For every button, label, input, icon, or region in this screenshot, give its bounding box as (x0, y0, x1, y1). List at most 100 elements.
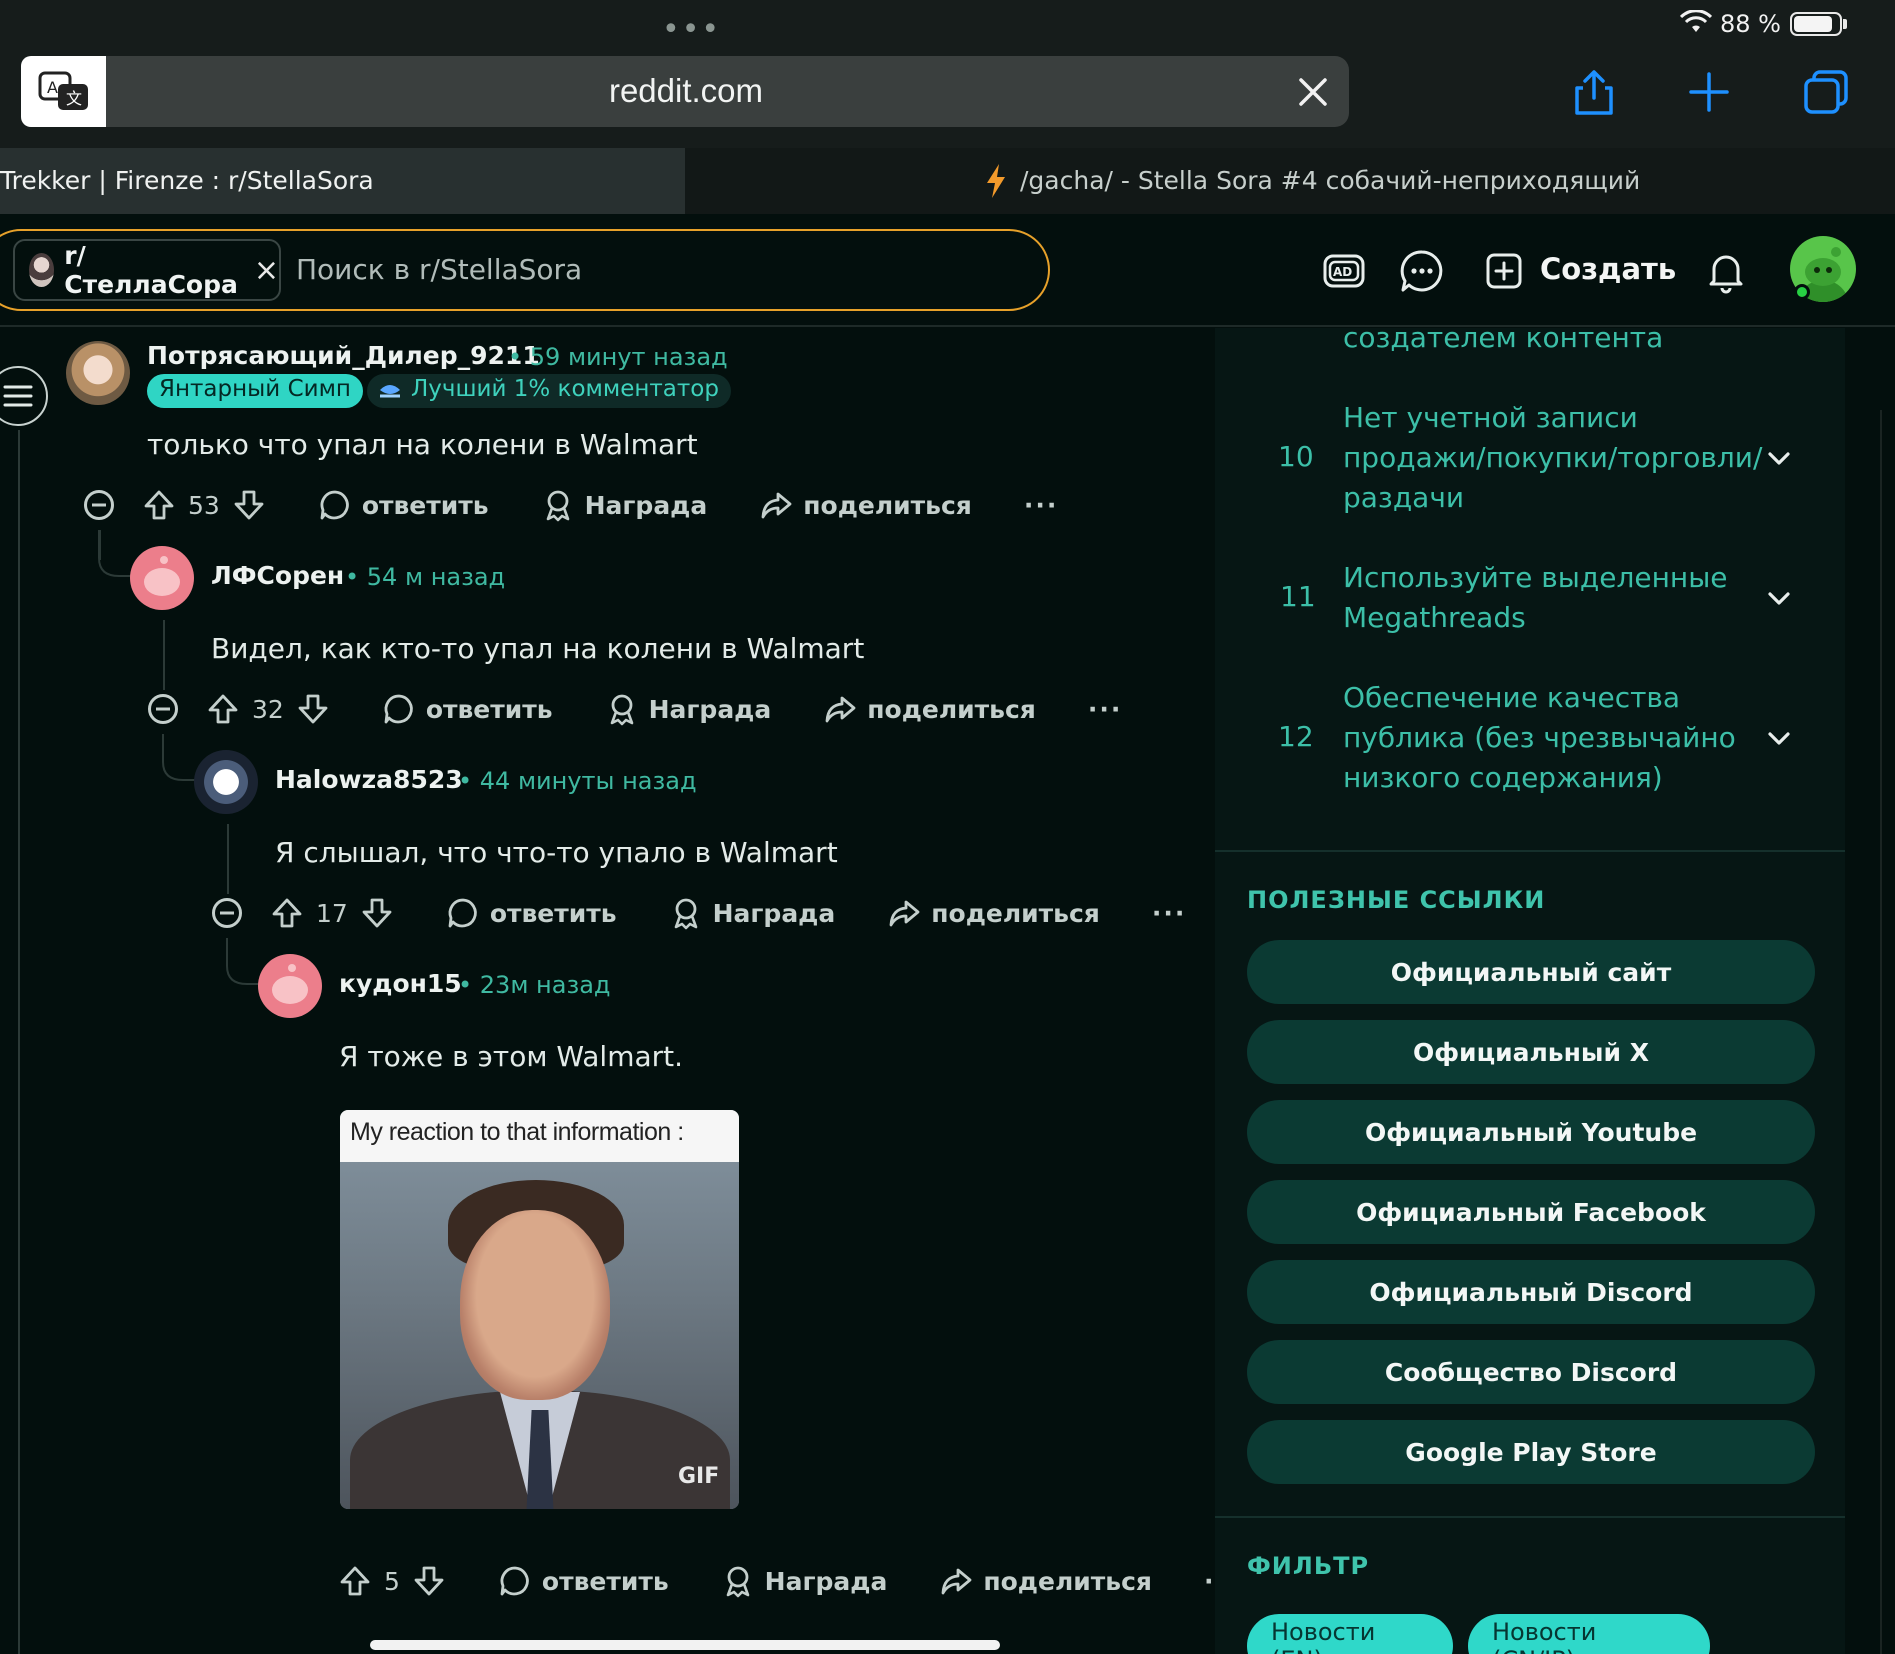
comment-actions: 32 ответить Награда поделиться ··· (146, 692, 1122, 726)
rule-line: Используйте выделенные (1343, 561, 1728, 594)
comment-username[interactable]: ЛФСорен (211, 561, 344, 590)
rule-line: раздачи (1343, 481, 1465, 514)
comment-username[interactable]: Halowza8523 (275, 765, 463, 794)
rule-line: продажи/покупки/торговли/ (1343, 441, 1763, 474)
community-chip[interactable]: r/СтеллаСора × (13, 239, 281, 301)
reply-bubble-icon (448, 898, 477, 928)
avatar[interactable] (66, 341, 130, 405)
share-button[interactable]: поделиться (887, 896, 1100, 930)
share-label: поделиться (931, 898, 1100, 928)
upvote-icon[interactable] (206, 692, 240, 726)
comment-timestamp[interactable]: • 23м назад (458, 971, 611, 999)
gif-badge: GIF (678, 1464, 720, 1489)
chat-icon[interactable] (1396, 245, 1448, 297)
thread-line (227, 824, 229, 894)
filter-news-cn-jp[interactable]: Новости (CN/JP) (1468, 1614, 1710, 1654)
vertical-scroll-rail (1880, 410, 1882, 1654)
comment-username[interactable]: Потрясающий_Дилер_9211 (147, 341, 540, 370)
filter-news-en[interactable]: Новости (EN) (1247, 1614, 1453, 1654)
collapse-icon[interactable] (210, 896, 244, 930)
comment-body: только что упал на колени в Walmart (147, 428, 698, 461)
tabs-overview-icon[interactable] (1800, 66, 1852, 118)
comment-username[interactable]: кудон15 (339, 969, 462, 998)
share-button[interactable]: поделиться (939, 1564, 1152, 1598)
award-button[interactable]: Награда (541, 488, 707, 522)
share-button[interactable]: поделиться (759, 488, 972, 522)
create-post-icon[interactable] (1478, 245, 1530, 297)
comment-timestamp[interactable]: • 54 м назад (345, 563, 505, 591)
link-official-facebook[interactable]: Официальный Facebook (1247, 1180, 1815, 1244)
status-bar (0, 0, 1895, 56)
comment-timestamp[interactable]: • 59 минут назад (508, 343, 728, 371)
award-button[interactable]: Награда (669, 896, 835, 930)
rule-title[interactable]: Обеспечение качества публика (без чрезвы… (1343, 678, 1736, 798)
create-button[interactable]: Создать (1540, 252, 1676, 286)
multitask-dots[interactable]: ••• (662, 12, 721, 47)
comment-timestamp[interactable]: • 44 минуты назад (458, 767, 697, 795)
downvote-icon[interactable] (360, 896, 394, 930)
chevron-down-icon[interactable] (1764, 444, 1794, 474)
online-status-dot (1794, 284, 1810, 300)
link-community-discord[interactable]: Сообщество Discord (1247, 1340, 1815, 1404)
new-tab-icon[interactable] (1683, 66, 1735, 118)
translate-icon: A 文 (38, 71, 88, 110)
rule-line: публика (без чрезвычайно (1343, 721, 1736, 754)
remove-filter-icon[interactable]: × (254, 253, 279, 288)
menu-button[interactable] (0, 366, 48, 426)
reply-button[interactable]: ответить (446, 896, 617, 930)
avatar[interactable] (194, 750, 258, 814)
reply-label: ответить (425, 694, 553, 724)
more-options-icon[interactable]: ··· (1152, 899, 1187, 928)
chevron-down-icon[interactable] (1764, 724, 1794, 754)
tab-label[interactable]: /gacha/ - Stella Sora #4 собачий-неприхо… (1020, 166, 1640, 195)
downvote-icon[interactable] (232, 488, 266, 522)
sidebar-divider (1215, 1516, 1845, 1518)
upvote-icon[interactable] (270, 896, 304, 930)
award-button[interactable]: Награда (721, 1564, 887, 1598)
avatar[interactable] (130, 546, 194, 610)
reply-button[interactable]: ответить (318, 488, 489, 522)
award-icon (726, 1566, 749, 1598)
award-button[interactable]: Награда (605, 692, 771, 726)
link-official-youtube[interactable]: Официальный Youtube (1247, 1100, 1815, 1164)
share-button[interactable]: поделиться (823, 692, 1036, 726)
rule-number: 10 (1278, 440, 1314, 473)
rule-text-fragment: создателем контента (1343, 321, 1664, 354)
downvote-icon[interactable] (296, 692, 330, 726)
chevron-down-icon[interactable] (1764, 584, 1794, 614)
collapse-icon[interactable] (146, 692, 180, 726)
thread-line (18, 430, 20, 1654)
downvote-icon[interactable] (412, 1564, 446, 1598)
link-official-site[interactable]: Официальный сайт (1247, 940, 1815, 1004)
battery-icon (1790, 12, 1842, 36)
advertise-icon[interactable]: AD (1318, 245, 1370, 297)
link-official-discord[interactable]: Официальный Discord (1247, 1260, 1815, 1324)
translate-button[interactable]: A 文 (21, 56, 106, 127)
close-icon[interactable] (1291, 70, 1335, 114)
reply-button[interactable]: ответить (382, 692, 553, 726)
link-official-x[interactable]: Официальный X (1247, 1020, 1815, 1084)
notifications-bell-icon[interactable] (1700, 245, 1752, 297)
reply-bubble-icon (384, 694, 413, 724)
tab-label[interactable]: Trekker | Firenze : r/StellaSora (0, 166, 374, 195)
share-label: поделиться (867, 694, 1036, 724)
address-bar[interactable]: reddit.com (106, 56, 1349, 127)
reaction-gif[interactable]: My reaction to that information : GIF (340, 1110, 739, 1509)
rule-title[interactable]: Используйте выделенные Megathreads (1343, 558, 1728, 638)
collapse-icon[interactable] (82, 488, 116, 522)
rule-title[interactable]: Нет учетной записи продажи/покупки/торго… (1343, 398, 1762, 518)
avatar[interactable] (258, 954, 322, 1018)
horizontal-scrollbar[interactable] (370, 1640, 1000, 1650)
share-arrow-icon (889, 900, 920, 927)
search-placeholder[interactable]: Поиск в r/StellaSora (296, 253, 582, 286)
more-options-icon[interactable]: ··· (1024, 491, 1059, 520)
gif-face (460, 1210, 610, 1400)
upvote-icon[interactable] (142, 488, 176, 522)
url-text[interactable]: reddit.com (106, 72, 1266, 110)
upvote-icon[interactable] (338, 1564, 372, 1598)
more-options-icon[interactable]: ··· (1088, 695, 1123, 724)
share-icon[interactable] (1568, 66, 1620, 118)
rule-number: 11 (1280, 580, 1316, 613)
reply-button[interactable]: ответить (498, 1564, 669, 1598)
link-google-play[interactable]: Google Play Store (1247, 1420, 1815, 1484)
